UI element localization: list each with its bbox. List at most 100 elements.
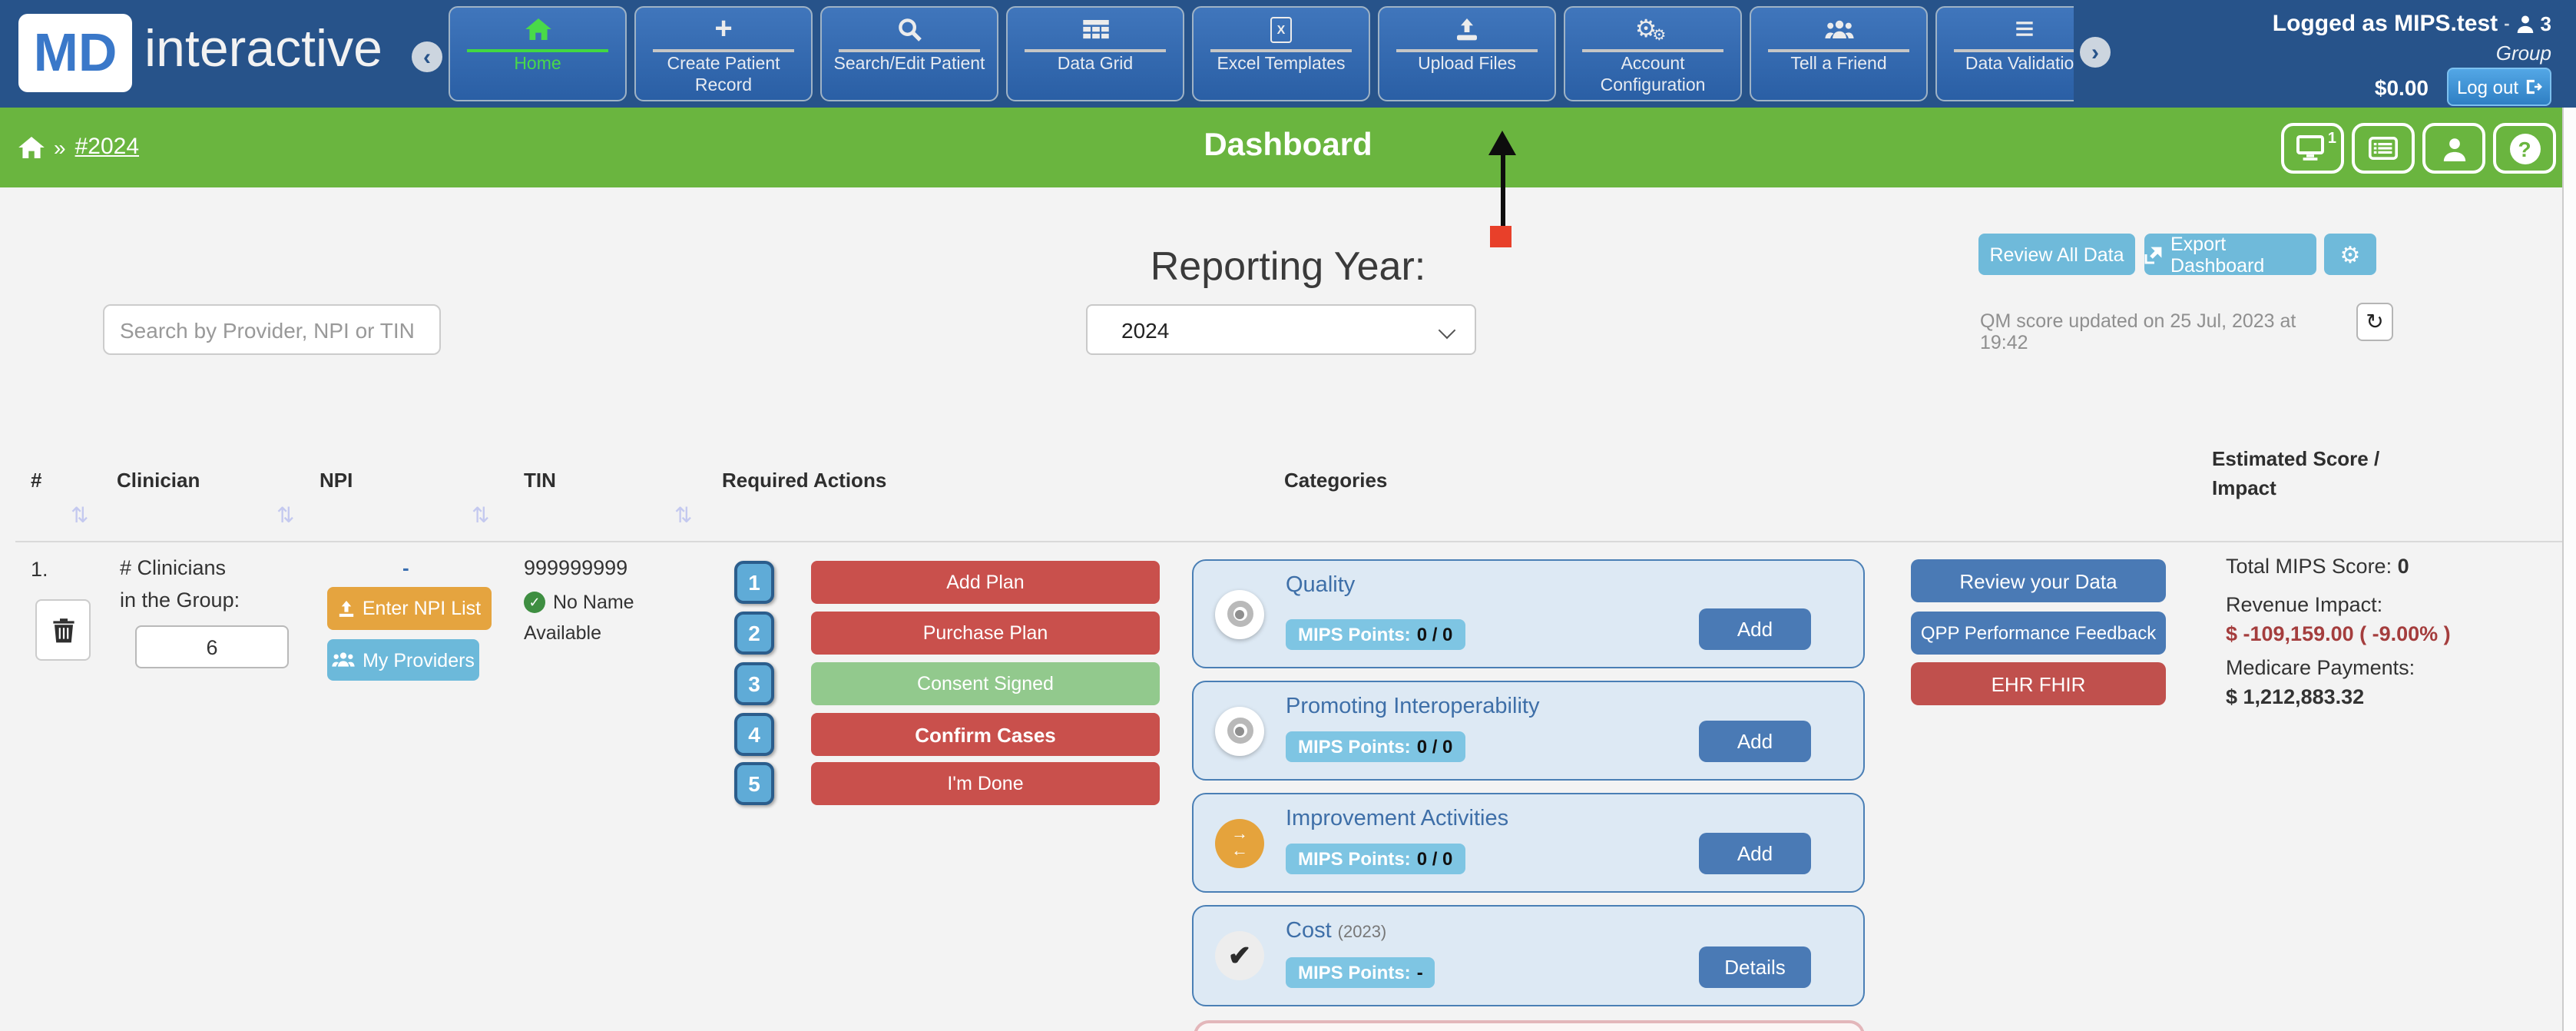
category-name[interactable]: Cost(2023) xyxy=(1286,919,1386,943)
breadcrumb-year-link[interactable]: #2024 xyxy=(75,134,139,160)
sort-required-actions-icon[interactable]: ⇅ xyxy=(674,502,692,529)
sort-clinician-icon[interactable]: ⇅ xyxy=(71,502,88,529)
mips-points-label: MIPS Points: xyxy=(1298,962,1411,983)
collapse-nav-icon[interactable]: ‹ xyxy=(412,41,442,72)
category-card-promoting-interoperability: Promoting Interoperability MIPS Points: … xyxy=(1192,681,1865,781)
logout-button[interactable]: Log out xyxy=(2447,68,2551,106)
table-header-divider xyxy=(15,541,2562,542)
plus-icon: + xyxy=(714,14,732,45)
grid-icon xyxy=(1082,14,1108,45)
provider-count: 3 xyxy=(2541,12,2551,35)
breadcrumb: » #2024 xyxy=(18,134,139,160)
quality-add-button[interactable]: Add xyxy=(1699,608,1811,650)
reporting-year-select[interactable]: 2024 xyxy=(1086,304,1476,355)
monitor-icon xyxy=(2296,135,2329,161)
npi-value: - xyxy=(402,556,409,579)
qpp-performance-feedback-button[interactable]: QPP Performance Feedback xyxy=(1911,612,2166,655)
clinician-label-line2: in the Group: xyxy=(120,588,240,612)
tin-status-line1: No Name xyxy=(553,592,634,613)
sort-npi-icon[interactable]: ⇅ xyxy=(276,502,294,529)
category-card-improvement-activities: → ← Improvement Activities MIPS Points: … xyxy=(1192,793,1865,893)
add-plan-button[interactable]: Add Plan xyxy=(811,561,1160,604)
nav-divider xyxy=(467,49,608,52)
bullseye-icon xyxy=(1215,706,1264,755)
estimated-score-line2: Impact xyxy=(2212,475,2379,504)
exchange-icon: → ← xyxy=(1215,818,1264,867)
ehr-fhir-button[interactable]: EHR FHIR xyxy=(1911,662,2166,705)
nav-account-configuration-button[interactable]: ⚙⚙ Account Configuration xyxy=(1564,6,1742,101)
nav-divider xyxy=(1025,49,1166,52)
user-panel: › Logged as MIPS.test - 3 Group $0.00 Lo… xyxy=(2074,0,2576,108)
logout-label: Log out xyxy=(2457,76,2518,98)
category-year-note: (2023) xyxy=(1338,923,1387,942)
my-providers-button[interactable]: My Providers xyxy=(327,639,479,681)
category-name[interactable]: Quality xyxy=(1286,573,1355,598)
logo[interactable]: MD xyxy=(18,14,132,92)
help-button[interactable]: ? xyxy=(2493,123,2556,174)
im-done-button[interactable]: I'm Done xyxy=(811,762,1160,805)
forms-list-button[interactable] xyxy=(2352,123,2415,174)
cost-details-button[interactable]: Details xyxy=(1699,946,1811,988)
session-monitor-button[interactable]: 1 xyxy=(2281,123,2344,174)
nav-excel-templates-button[interactable]: X Excel Templates xyxy=(1192,6,1370,101)
nav-label: Excel Templates xyxy=(1212,55,1349,77)
next-category-card-peek xyxy=(1194,1020,1865,1031)
revenue-impact-label: Revenue Impact: xyxy=(2226,593,2382,616)
nav-label: Create Patient Record xyxy=(636,55,811,98)
enter-npi-list-label: Enter NPI List xyxy=(363,598,481,619)
dashboard-page: MD interactive ‹ Home + Create Patient R… xyxy=(0,0,2576,1031)
col-header-categories: Categories xyxy=(1284,469,1387,492)
home-icon xyxy=(525,14,551,45)
nav-search-patient-button[interactable]: Search/Edit Patient xyxy=(820,6,998,101)
confirm-cases-button[interactable]: Confirm Cases xyxy=(811,713,1160,756)
bullseye-icon xyxy=(1215,589,1264,638)
home-icon[interactable] xyxy=(18,136,45,157)
nav-divider xyxy=(839,49,980,52)
header-icon-buttons: 1 ? xyxy=(2281,123,2556,174)
check-circle-icon: ✓ xyxy=(524,592,545,613)
search-input[interactable] xyxy=(103,304,441,355)
col-header-estimated-score: Estimated Score / Impact xyxy=(2212,446,2379,503)
col-header-tin: TIN xyxy=(524,469,556,492)
gears-icon: ⚙⚙ xyxy=(1635,14,1671,45)
nav-label: Data Validation xyxy=(1961,55,2088,77)
upload-icon xyxy=(1455,14,1479,45)
nav-tell-a-friend-button[interactable]: Tell a Friend xyxy=(1750,6,1928,101)
purchase-plan-button[interactable]: Purchase Plan xyxy=(811,612,1160,655)
nav-data-grid-button[interactable]: Data Grid xyxy=(1006,6,1184,101)
consent-signed-button[interactable]: Consent Signed xyxy=(811,662,1160,705)
logged-as-separator: - xyxy=(2504,15,2509,33)
refresh-qm-score-button[interactable]: ↻ xyxy=(2356,303,2393,341)
nav-menu: Home + Create Patient Record Search/Edit… xyxy=(449,6,2114,101)
nav-label: Account Configuration xyxy=(1565,55,1740,98)
improvement-activities-add-button[interactable]: Add xyxy=(1699,833,1811,874)
mips-points-badge: MIPS Points: 0 / 0 xyxy=(1286,731,1465,762)
col-header-clinician: Clinician xyxy=(117,469,200,492)
clinician-count-input[interactable] xyxy=(135,625,289,668)
mips-points-label: MIPS Points: xyxy=(1298,624,1411,645)
nav-home-button[interactable]: Home xyxy=(449,6,627,101)
row-number: 1. xyxy=(31,558,48,581)
logo-wordmark: interactive xyxy=(144,20,382,80)
review-your-data-button[interactable]: Review your Data xyxy=(1911,559,2166,602)
promoting-interoperability-add-button[interactable]: Add xyxy=(1699,721,1811,762)
enter-npi-list-button[interactable]: Enter NPI List xyxy=(327,587,492,630)
nav-create-patient-button[interactable]: + Create Patient Record xyxy=(634,6,813,101)
page-header-bar: Dashboard » #2024 1 xyxy=(0,108,2576,187)
mips-points-label: MIPS Points: xyxy=(1298,848,1411,870)
step-badge-3: 3 xyxy=(734,662,774,705)
reporting-year-label: Reporting Year: xyxy=(0,243,2576,290)
clinician-label-line1: # Clinicians xyxy=(120,556,226,579)
vertical-scrollbar[interactable] xyxy=(2562,108,2576,1031)
category-name[interactable]: Improvement Activities xyxy=(1286,807,1508,831)
category-name[interactable]: Promoting Interoperability xyxy=(1286,695,1539,719)
delete-row-button[interactable] xyxy=(35,599,91,661)
nav-upload-files-button[interactable]: Upload Files xyxy=(1378,6,1556,101)
top-navbar: MD interactive ‹ Home + Create Patient R… xyxy=(0,0,2576,108)
search-icon xyxy=(897,14,922,45)
people-icon xyxy=(1824,14,1853,45)
tin-status-line2: Available xyxy=(524,622,601,644)
expand-nav-icon[interactable]: › xyxy=(2080,37,2111,68)
profile-button[interactable] xyxy=(2422,123,2485,174)
sort-tin-icon[interactable]: ⇅ xyxy=(472,502,489,529)
